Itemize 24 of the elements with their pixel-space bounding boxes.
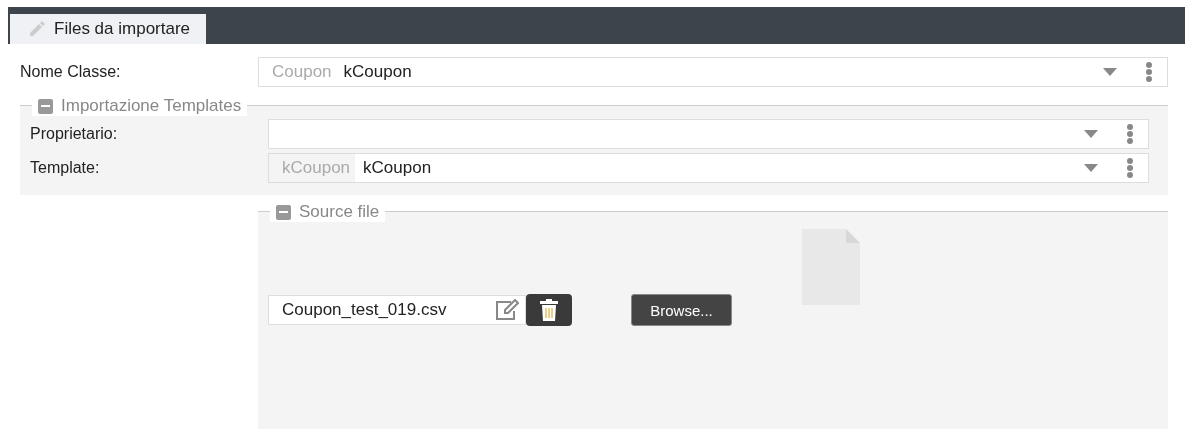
browse-button[interactable]: Browse... [631,294,732,326]
pencil-icon [28,20,46,38]
more-icon[interactable] [1145,62,1153,82]
collapse-icon[interactable] [276,204,291,220]
edit-icon[interactable] [495,299,519,321]
group-title: Importazione Templates [61,96,242,116]
collapse-icon[interactable] [38,98,53,114]
more-icon[interactable] [1126,158,1134,178]
field-label: Proprietario: [30,125,119,143]
select-field[interactable] [268,119,1149,149]
file-icon [802,229,860,305]
field-label: Template: [30,159,101,177]
class-select[interactable]: Coupon kCoupon [258,57,1168,87]
delete-button[interactable] [526,294,572,326]
dropdown-caret-icon[interactable] [1084,130,1098,138]
field-label: Nome Classe: [20,63,122,81]
group-title: Source file [299,202,380,222]
dropdown-caret-icon[interactable] [1084,164,1098,172]
dropdown-caret-icon[interactable] [1103,68,1117,76]
tab[interactable]: Files da importare [10,14,207,44]
more-icon[interactable] [1126,124,1134,144]
select-field[interactable]: kCoupon kCoupon [268,153,1149,183]
file-name-field[interactable]: Coupon_test_019.csv [268,295,526,325]
trash-icon [540,299,558,321]
